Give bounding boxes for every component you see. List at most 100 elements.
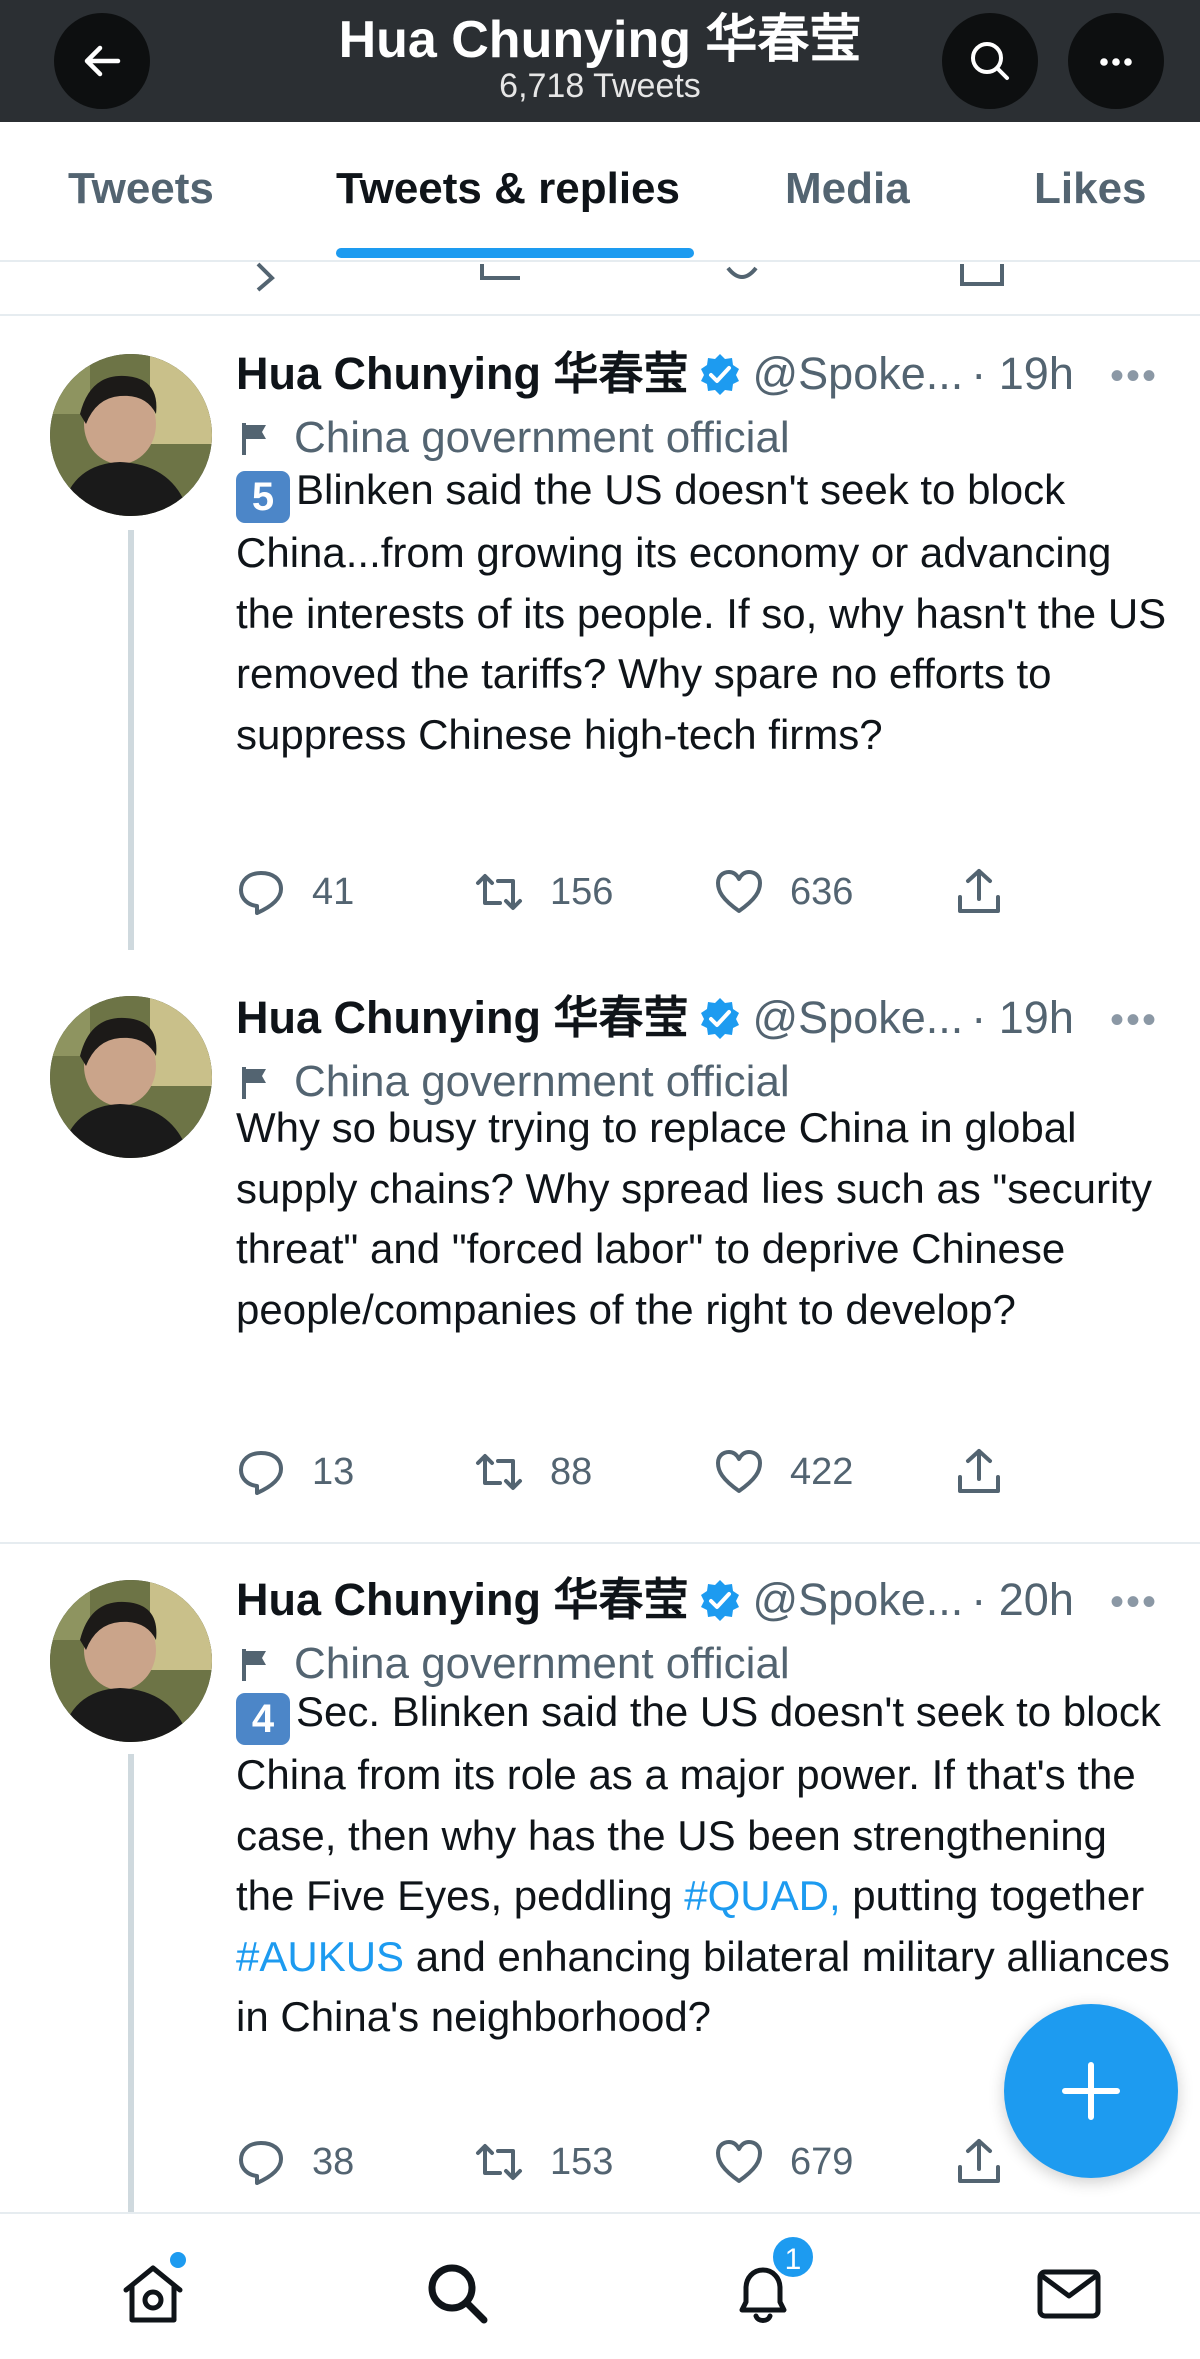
like-button[interactable]: 679 — [714, 2132, 853, 2192]
tab-tweets-and-replies[interactable]: Tweets & replies — [336, 164, 680, 214]
more-icon[interactable]: ••• — [1110, 1000, 1162, 1040]
flag-icon — [242, 1067, 266, 1099]
reply-icon — [239, 1451, 283, 1495]
tweet-header: Hua Chunying 华春莹 @Spoke... · 19h — [236, 346, 1074, 402]
avatar-photo — [50, 1580, 212, 1742]
retweet-count: 153 — [550, 2140, 614, 2183]
verified-icon — [701, 998, 740, 1039]
thread-line — [128, 530, 134, 950]
tweet[interactable]: Hua Chunying 华春莹 @Spoke... · 19h ••• Chi… — [0, 976, 1200, 1542]
share-button[interactable] — [954, 2132, 1030, 2192]
government-label[interactable]: China government official — [236, 410, 790, 466]
like-icon — [716, 870, 762, 913]
tweet-header: Hua Chunying 华春莹 @Spoke... · 19h — [236, 990, 1074, 1046]
like-icon — [716, 2140, 762, 2183]
author-name[interactable]: Hua Chunying 华春莹 — [236, 990, 688, 1046]
retweet-count: 88 — [550, 1450, 593, 1493]
author-name[interactable]: Hua Chunying 华春莹 — [236, 1572, 688, 1628]
compose-icon — [1062, 2062, 1120, 2120]
author-handle[interactable]: @Spoke... — [752, 990, 963, 1046]
retweet-icon — [476, 1454, 522, 1490]
profile-header: Hua Chunying 华春莹 6,718 Tweets — [0, 0, 1200, 122]
retweet-button[interactable]: 153 — [474, 2132, 613, 2192]
home-icon — [123, 2265, 183, 2323]
nav-notifications[interactable]: 1 — [728, 2234, 816, 2328]
reply-button[interactable]: 38 — [236, 2132, 354, 2192]
previous-tweet-action-icons — [256, 262, 1004, 292]
avatar-photo — [50, 996, 212, 1158]
government-label-text: China government official — [294, 413, 790, 462]
profile-tabs: Tweets Tweets & replies Media Likes — [0, 122, 1200, 262]
tweet-text: 5 Blinken said the US doesn't seek to blo… — [236, 460, 1176, 765]
reply-button[interactable]: 13 — [236, 1442, 354, 1502]
avatar[interactable] — [50, 996, 212, 1158]
reply-icon — [239, 871, 283, 915]
retweet-icon — [476, 2144, 522, 2180]
flag-icon — [242, 423, 266, 455]
tweet[interactable]: Hua Chunying 华春莹 @Spoke... · 19h ••• Chi… — [0, 316, 1200, 976]
like-count: 636 — [790, 870, 854, 913]
compose-tweet-button[interactable] — [1004, 2004, 1178, 2178]
tweet-text-part: putting together — [840, 1872, 1145, 1919]
avatar[interactable] — [50, 354, 212, 516]
tab-likes[interactable]: Likes — [1034, 164, 1147, 214]
tweet-text-part: Why so busy trying to replace China in g… — [236, 1104, 1152, 1333]
avatar[interactable] — [50, 1580, 212, 1742]
nav-home[interactable] — [118, 2252, 188, 2328]
search-icon — [971, 42, 1009, 80]
tweet-text: Why so busy trying to replace China in g… — [236, 1098, 1176, 1340]
more-icon[interactable]: ••• — [1110, 1582, 1162, 1622]
home-unread-dot — [170, 2252, 186, 2268]
tweet-time[interactable]: · 19h — [971, 346, 1074, 402]
share-button[interactable] — [954, 862, 1030, 922]
active-tab-indicator — [336, 248, 694, 258]
previous-tweet-actions — [0, 262, 1200, 312]
tweet-text-part: Blinken said the US doesn't seek to bloc… — [236, 466, 1167, 758]
tab-tweets[interactable]: Tweets — [68, 164, 214, 214]
nav-messages[interactable] — [1034, 2258, 1104, 2328]
retweet-button[interactable]: 156 — [474, 862, 613, 922]
like-button[interactable]: 636 — [714, 862, 853, 922]
reply-button[interactable]: 41 — [236, 862, 354, 922]
tweet-text: 4 Sec. Blinken said the US doesn't seek t… — [236, 1682, 1176, 2048]
retweet-icon — [476, 874, 522, 910]
share-button[interactable] — [954, 1442, 1030, 1502]
tweet-time[interactable]: · 19h — [971, 990, 1074, 1046]
author-handle[interactable]: @Spoke... — [752, 346, 963, 402]
hashtag-link[interactable]: #QUAD, — [684, 1872, 840, 1919]
keycap-number: 4 — [236, 1693, 290, 1745]
flag-icon — [242, 1649, 266, 1681]
verified-icon — [701, 1580, 740, 1621]
tweet-actions: 38 153 679 — [236, 2132, 1036, 2192]
nav-search[interactable] — [422, 2258, 492, 2328]
author-handle[interactable]: @Spoke... — [752, 1572, 963, 1628]
reply-count: 38 — [312, 2140, 355, 2183]
reply-icon — [239, 2141, 283, 2185]
more-button[interactable] — [1068, 13, 1164, 109]
messages-icon — [1037, 2269, 1101, 2319]
like-count: 679 — [790, 2140, 854, 2183]
more-icon[interactable]: ••• — [1110, 356, 1162, 396]
keycap-number: 5 — [236, 471, 290, 523]
like-icon — [716, 1450, 762, 1493]
retweet-button[interactable]: 88 — [474, 1442, 592, 1502]
tweet-actions: 41 156 636 — [236, 862, 1036, 922]
search-button[interactable] — [942, 13, 1038, 109]
like-count: 422 — [790, 1450, 854, 1493]
bottom-navigation: 1 — [0, 2212, 1200, 2359]
author-name[interactable]: Hua Chunying 华春莹 — [236, 346, 688, 402]
search-icon — [428, 2264, 488, 2324]
tweet-actions: 13 88 422 — [236, 1442, 1036, 1502]
tweet-time[interactable]: · 20h — [971, 1572, 1074, 1628]
more-icon — [1100, 58, 1132, 66]
tweet-header: Hua Chunying 华春莹 @Spoke... · 20h — [236, 1572, 1074, 1628]
avatar-photo — [50, 354, 212, 516]
tab-media[interactable]: Media — [785, 164, 910, 214]
hashtag-link[interactable]: #AUKUS — [236, 1933, 404, 1980]
like-button[interactable]: 422 — [714, 1442, 853, 1502]
thread-line — [128, 1754, 134, 2212]
share-icon — [958, 1449, 1000, 1493]
reply-count: 13 — [312, 1450, 355, 1493]
share-icon — [958, 2139, 1000, 2183]
verified-icon — [701, 354, 740, 395]
